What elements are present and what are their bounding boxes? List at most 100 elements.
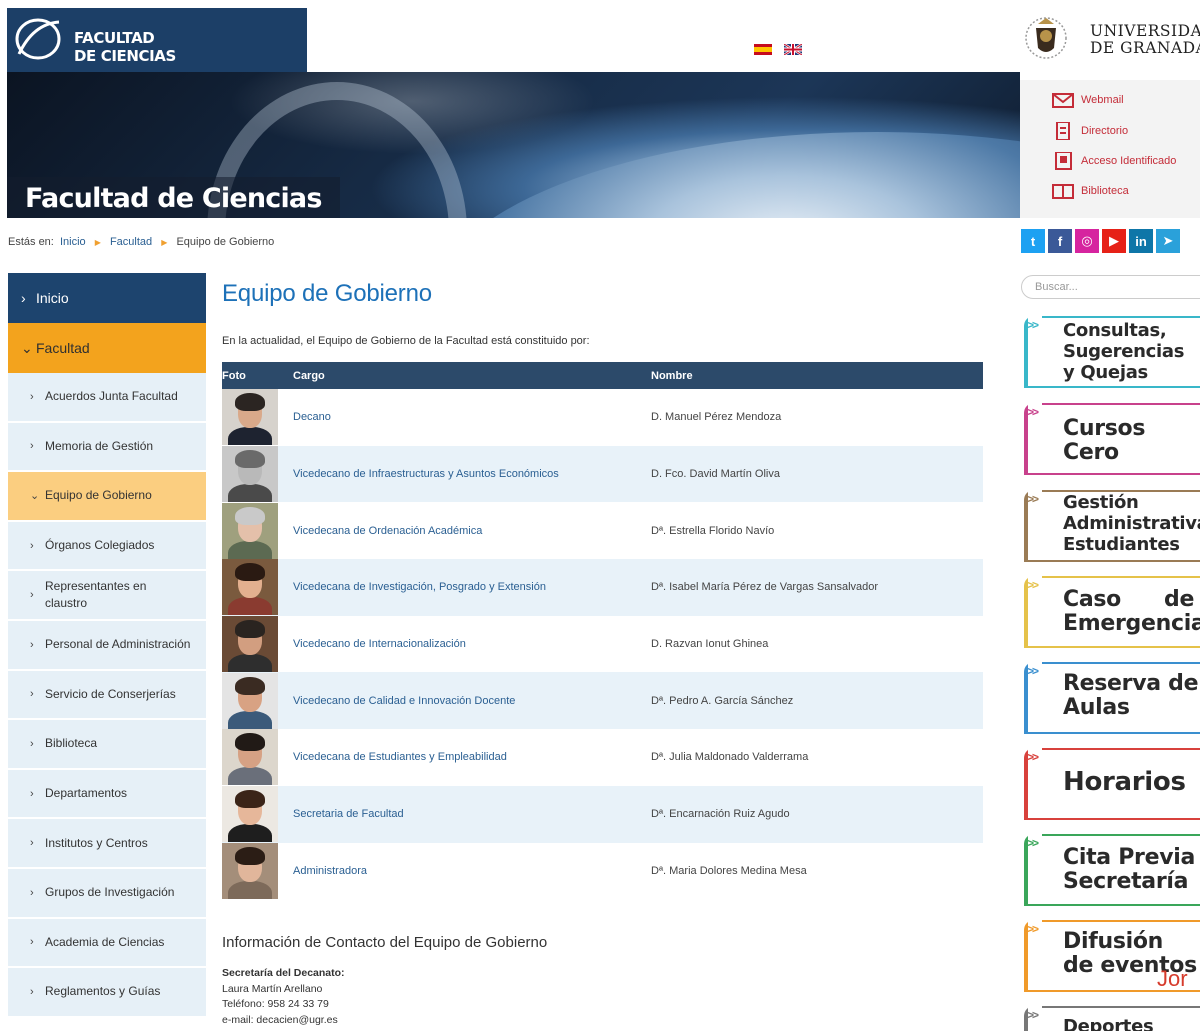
table-row: Vicedecana de Investigación, Posgrado y … bbox=[222, 559, 983, 616]
acceso-identificado-link[interactable]: Acceso Identificado bbox=[1052, 152, 1176, 170]
telegram-icon[interactable]: ➤ bbox=[1156, 229, 1180, 253]
login-icon bbox=[1055, 152, 1072, 170]
promo-card[interactable]: >> Gestión Administrativa Estudiantes bbox=[1024, 490, 1200, 562]
facebook-icon[interactable]: f bbox=[1048, 229, 1072, 253]
promo-card[interactable]: >> Cita Previa Secretaría bbox=[1024, 834, 1200, 906]
card-label: Administrativa bbox=[1063, 513, 1200, 534]
card-accent-line bbox=[1024, 646, 1200, 648]
cargo-cell[interactable]: Vicedecana de Investigación, Posgrado y … bbox=[279, 559, 651, 616]
sidebar-item-biblioteca[interactable]: › Biblioteca bbox=[8, 720, 206, 770]
sidebar-item-institutos[interactable]: › Institutos y Centros bbox=[8, 819, 206, 869]
photo-cell bbox=[222, 729, 279, 786]
sidebar-item-label: Grupos de Investigación bbox=[45, 885, 175, 900]
chevron-right-icon: › bbox=[30, 440, 34, 453]
card-accent-line bbox=[1024, 386, 1200, 388]
breadcrumb-current: Equipo de Gobierno bbox=[176, 236, 275, 248]
sidebar-item-label: Reglamentos y Guías bbox=[45, 984, 161, 999]
uk-flag-icon[interactable] bbox=[784, 44, 802, 55]
directorio-link[interactable]: Directorio bbox=[1052, 122, 1128, 140]
sidebar-item-label: Servicio de Conserjerías bbox=[45, 686, 176, 701]
social-links: t f ◎ ▶ in ➤ bbox=[1021, 229, 1180, 253]
quick-links: Webmail Directorio Acceso Identificado B… bbox=[1020, 80, 1200, 218]
chevron-right-icon: › bbox=[30, 985, 34, 998]
sidebar-item-inicio[interactable]: › Inicio bbox=[8, 273, 206, 323]
card-label: Difusión bbox=[1063, 929, 1164, 954]
breadcrumb-separator-icon: ▶ bbox=[161, 238, 168, 247]
breadcrumb-inicio[interactable]: Inicio bbox=[60, 236, 86, 248]
card-accent-line bbox=[1042, 920, 1200, 922]
mail-icon bbox=[1052, 93, 1074, 108]
university-logo[interactable]: UNIVERSIDAD DE GRANADA bbox=[1020, 8, 1200, 80]
contact-phone: Teléfono: 958 24 33 79 bbox=[222, 998, 329, 1010]
contact-email[interactable]: e-mail: decacien@ugr.es bbox=[222, 1013, 345, 1029]
promo-card[interactable]: >> Caso Emergencia de bbox=[1024, 576, 1200, 648]
sidebar-item-organos[interactable]: › Órganos Colegiados bbox=[8, 521, 206, 572]
sidebar-item-personal[interactable]: › Personal de Administración bbox=[8, 620, 206, 671]
cargo-cell[interactable]: Vicedecano de Internacionalización bbox=[279, 616, 651, 673]
card-accent-line bbox=[1024, 904, 1200, 906]
cargo-cell[interactable]: Secretaria de Facultad bbox=[279, 785, 651, 843]
table-row: Decano D. Manuel Pérez Mendoza bbox=[222, 389, 983, 446]
search-input[interactable]: Buscar... bbox=[1021, 275, 1200, 299]
sidebar-item-departamentos[interactable]: › Departamentos bbox=[8, 769, 206, 820]
card-accent-line bbox=[1024, 818, 1200, 820]
chevron-right-icon: › bbox=[30, 390, 34, 403]
photo-cell bbox=[222, 785, 279, 843]
sidebar-item-grupos[interactable]: › Grupos de Investigación bbox=[8, 868, 206, 919]
sidebar-item-memoria[interactable]: › Memoria de Gestión bbox=[8, 422, 206, 473]
chevron-right-icon: › bbox=[30, 936, 34, 949]
faculty-logo[interactable]: FACULTAD DE CIENCIAS bbox=[7, 8, 307, 72]
sidebar-item-label: Academia de Ciencias bbox=[45, 934, 165, 949]
promo-card[interactable]: >> Horarios bbox=[1024, 748, 1200, 820]
twitter-icon[interactable]: t bbox=[1021, 229, 1045, 253]
double-chevron-icon: >> bbox=[1027, 836, 1039, 850]
column-header-cargo: Cargo bbox=[279, 362, 651, 389]
portrait-photo bbox=[222, 389, 278, 446]
sidebar-item-acuerdos[interactable]: › Acuerdos Junta Facultad bbox=[8, 373, 206, 423]
sidebar-item-conserjerias[interactable]: › Servicio de Conserjerías bbox=[8, 670, 206, 721]
breadcrumb-separator-icon: ▶ bbox=[94, 238, 101, 247]
biblioteca-link[interactable]: Biblioteca bbox=[1052, 182, 1129, 200]
card-label: Emergencia bbox=[1063, 611, 1200, 636]
page-title: Equipo de Gobierno bbox=[222, 280, 432, 307]
sidebar-item-label: Institutos y Centros bbox=[45, 835, 148, 850]
sidebar-item-label: Facultad bbox=[36, 340, 90, 356]
youtube-icon[interactable]: ▶ bbox=[1102, 229, 1126, 253]
card-accent-line bbox=[1024, 732, 1200, 734]
card-label: Horarios bbox=[1063, 767, 1186, 797]
chevron-right-icon: › bbox=[30, 837, 34, 850]
double-chevron-icon: >> bbox=[1027, 664, 1039, 678]
chevron-right-icon: › bbox=[30, 638, 34, 651]
promo-card[interactable]: >> Consultas, Sugerencias y Quejas bbox=[1024, 316, 1200, 388]
sidebar-item-reglamentos[interactable]: › Reglamentos y Guías bbox=[8, 968, 206, 1018]
nombre-cell: Dª. Estrella Florido Navío bbox=[651, 524, 775, 537]
card-label: Consultas, bbox=[1063, 320, 1167, 341]
cargo-cell[interactable]: Vicedecana de Estudiantes y Empleabilida… bbox=[279, 729, 651, 786]
webmail-link[interactable]: Webmail bbox=[1052, 91, 1124, 109]
cargo-cell[interactable]: Vicedecana de Ordenación Académica bbox=[279, 502, 651, 559]
sidebar-item-facultad[interactable]: ⌄ Facultad bbox=[8, 323, 206, 373]
overlay-text: Jor bbox=[1157, 966, 1188, 991]
sidebar-item-label: Memoria de Gestión bbox=[45, 438, 154, 453]
instagram-icon[interactable]: ◎ bbox=[1075, 229, 1099, 253]
sidebar-item-equipo-gobierno[interactable]: ⌄ Equipo de Gobierno bbox=[8, 472, 206, 522]
intro-text: En la actualidad, el Equipo de Gobierno … bbox=[222, 335, 590, 347]
linkedin-icon[interactable]: in bbox=[1129, 229, 1153, 253]
sidebar-item-representantes[interactable]: › Representantes en claustro bbox=[8, 571, 206, 621]
promo-card[interactable]: >> Cursos Cero bbox=[1024, 403, 1200, 475]
nombre-cell: D. Manuel Pérez Mendoza bbox=[651, 411, 782, 424]
cargo-cell[interactable]: Decano bbox=[279, 389, 651, 446]
cargo-cell[interactable]: Administradora bbox=[279, 843, 651, 900]
sidebar-item-academia[interactable]: › Academia de Ciencias bbox=[8, 918, 206, 969]
breadcrumb-facultad[interactable]: Facultad bbox=[110, 236, 152, 248]
sidebar-item-label: Personal de Administración bbox=[45, 637, 191, 652]
promo-card[interactable]: >> Deportes bbox=[1024, 1006, 1200, 1031]
cargo-cell[interactable]: Vicedecano de Calidad e Innovación Docen… bbox=[279, 672, 651, 730]
portrait-photo bbox=[222, 502, 278, 559]
contact-info: Secretaría del Decanato: Laura Martín Ar… bbox=[222, 966, 345, 1028]
es-flag-icon[interactable] bbox=[754, 44, 772, 55]
sidebar-item-label: Biblioteca bbox=[45, 736, 98, 751]
cargo-cell[interactable]: Vicedecano de Infraestructuras y Asuntos… bbox=[279, 445, 651, 503]
chevron-right-icon: › bbox=[30, 688, 34, 701]
promo-card[interactable]: >> Reserva de Aulas bbox=[1024, 662, 1200, 734]
